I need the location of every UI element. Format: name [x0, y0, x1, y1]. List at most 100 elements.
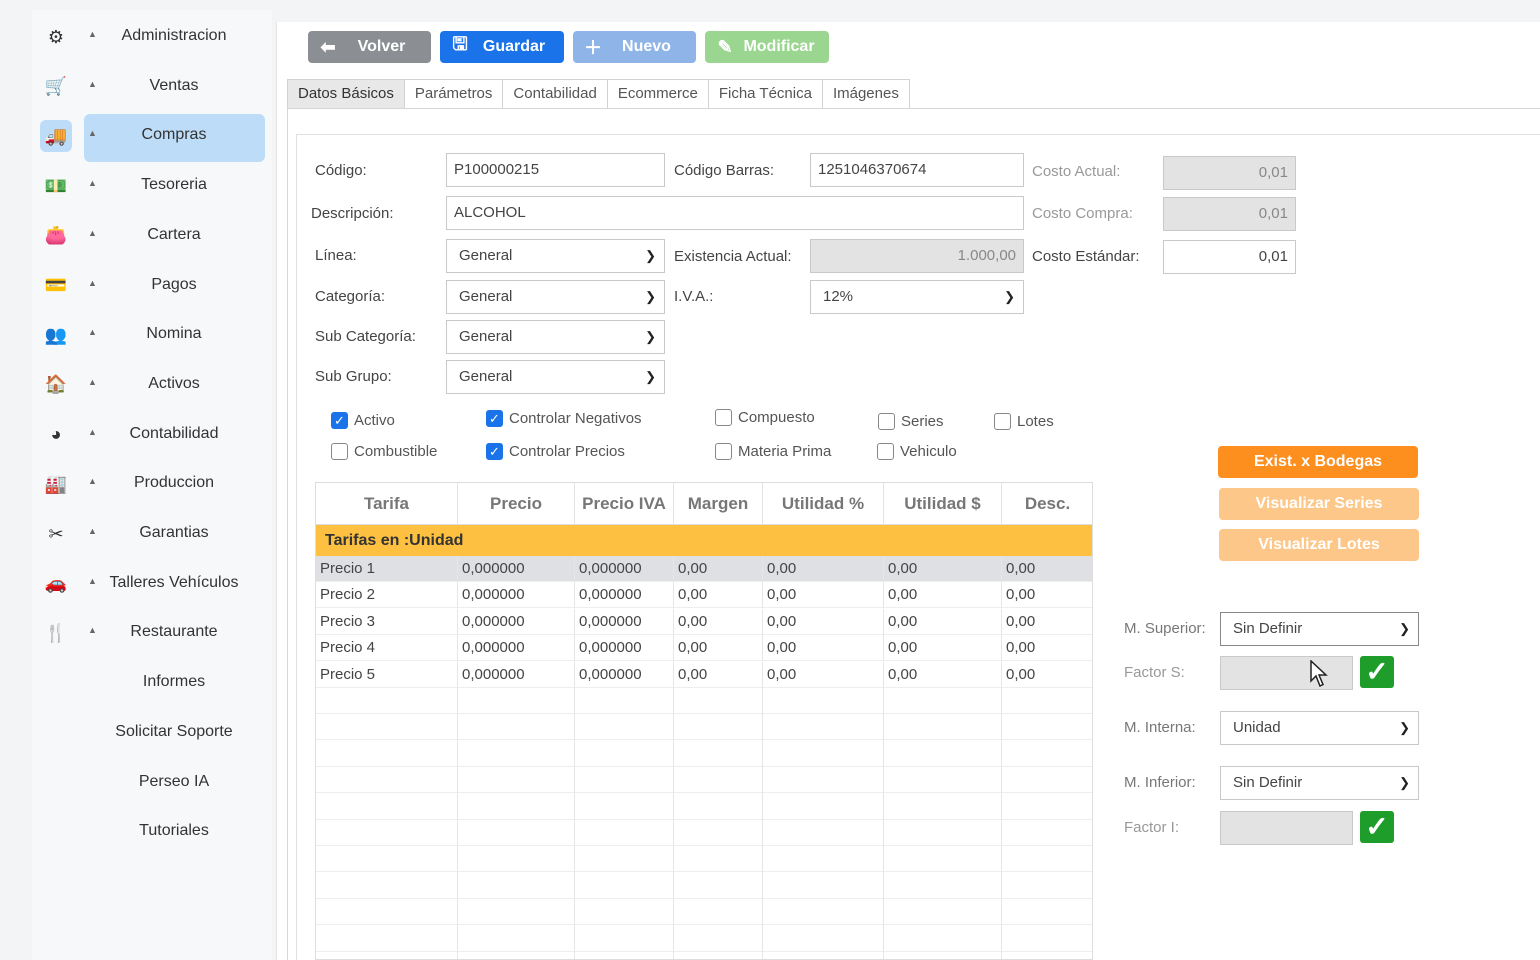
- factor-s-field[interactable]: [1220, 656, 1353, 690]
- checkbox-box[interactable]: ✓: [486, 443, 503, 460]
- table-cell: Precio 1: [316, 556, 458, 582]
- sidebar-item-produccion[interactable]: 🏭 ▲ Produccion: [32, 460, 272, 508]
- empty-row: [316, 926, 1092, 952]
- table-cell: Precio 3: [316, 608, 458, 635]
- descripcion-label: Descripción:: [311, 205, 394, 222]
- codigo-barras-label: Código Barras:: [674, 162, 775, 179]
- lotes-checkbox[interactable]: Lotes: [994, 413, 1054, 430]
- sidebar-item-label: Nomina: [146, 325, 202, 343]
- checkbox-box[interactable]: [715, 443, 732, 460]
- visualizar-lotes-button[interactable]: Visualizar Lotes: [1219, 529, 1419, 561]
- checkbox-box[interactable]: [878, 413, 895, 430]
- sidebar-item-activos[interactable]: 🏠 ▲ Activos: [32, 361, 272, 409]
- codigo-field[interactable]: P100000215: [446, 153, 665, 187]
- table-cell: 0,00: [763, 608, 884, 635]
- sidebar-item-administracion[interactable]: ⚙ ▲ Administracion: [32, 13, 272, 61]
- table-cell: 0,00: [1002, 556, 1092, 582]
- sidebar-item-talleres-vehículos[interactable]: 🚗 ▲ Talleres Vehículos: [32, 560, 272, 608]
- table-cell: 0,000000: [575, 661, 674, 688]
- checkmark-icon[interactable]: ✓: [1360, 811, 1394, 843]
- chevron-down-icon: ❯: [645, 369, 656, 384]
- inferior-select[interactable]: Sin Definir ❯: [1220, 766, 1419, 800]
- table-row[interactable]: Precio 3 0,000000 0,000000 0,00 0,00 0,00 0,00: [316, 608, 1092, 635]
- table-row[interactable]: Precio 4 0,000000 0,000000 0,00 0,00 0,00 0,00: [316, 635, 1092, 662]
- superior-label: M. Superior:: [1124, 620, 1206, 637]
- column-header[interactable]: Margen: [674, 483, 763, 525]
- sidebar-item-tesoreria[interactable]: 💵 ▲ Tesoreria: [32, 162, 272, 210]
- checkbox-box[interactable]: [994, 413, 1011, 430]
- sidebar-item-label: Pagos: [151, 275, 197, 293]
- checkbox-box[interactable]: ✓: [486, 410, 503, 427]
- costo-estandar-field[interactable]: 0,01: [1163, 240, 1296, 274]
- exist-bodegas-button[interactable]: Exist. x Bodegas: [1218, 446, 1418, 478]
- subgrupo-select[interactable]: General ❯: [446, 360, 665, 394]
- superior-select[interactable]: Sin Definir ❯: [1220, 612, 1419, 646]
- checkbox-box[interactable]: [715, 409, 732, 426]
- caret-up-icon: ▲: [88, 178, 97, 189]
- sidebar-item-perseo-ia[interactable]: Perseo IA: [32, 759, 272, 807]
- sidebar-item-contabilidad[interactable]: ◕ ▲ Contabilidad: [32, 411, 272, 459]
- factor-i-label: Factor I:: [1124, 819, 1180, 836]
- sidebar-item-compras[interactable]: 🚚 ▲ Compras: [32, 112, 272, 163]
- factor-i-field[interactable]: [1220, 811, 1353, 845]
- sidebar-item-nomina[interactable]: 👥 ▲ Nomina: [32, 311, 272, 359]
- column-header[interactable]: Desc.: [1002, 483, 1092, 525]
- sidebar-item-informes[interactable]: Informes: [32, 659, 272, 707]
- visualizar-series-button[interactable]: Visualizar Series: [1219, 488, 1419, 520]
- codigo-barras-field[interactable]: 1251046370674: [810, 153, 1024, 187]
- activo-checkbox[interactable]: ✓ Activo: [331, 412, 395, 429]
- table-row[interactable]: Precio 2 0,000000 0,000000 0,00 0,00 0,00 0,00: [316, 582, 1092, 609]
- sidebar-item-tutoriales[interactable]: Tutoriales: [32, 808, 272, 856]
- empty-row: [316, 899, 1092, 926]
- series-checkbox[interactable]: Series: [878, 413, 944, 430]
- sidebar-item-garantias[interactable]: ✂ ▲ Garantias: [32, 510, 272, 558]
- sidebar-item-cartera[interactable]: 👛 ▲ Cartera: [32, 212, 272, 260]
- table-row[interactable]: Precio 1 0,000000 0,000000 0,00 0,00 0,00 0,00: [316, 556, 1092, 582]
- sidebar-item-label: Tutoriales: [139, 822, 209, 840]
- checkbox-box[interactable]: [877, 443, 894, 460]
- interna-select[interactable]: Unidad ❯: [1220, 711, 1419, 745]
- caret-up-icon: ▲: [88, 227, 97, 238]
- table-row[interactable]: Precio 5 0,000000 0,000000 0,00 0,00 0,00 0,00: [316, 661, 1092, 688]
- checkbox-box[interactable]: [331, 443, 348, 460]
- subcategoria-select[interactable]: General ❯: [446, 320, 665, 354]
- sidebar-item-pagos[interactable]: 💳 ▲ Pagos: [32, 262, 272, 310]
- column-divider: [673, 686, 674, 959]
- linea-select[interactable]: General ❯: [446, 239, 665, 273]
- sidebar-item-solicitar-soporte[interactable]: Solicitar Soporte: [32, 709, 272, 757]
- caret-up-icon: ▲: [88, 526, 97, 536]
- column-header[interactable]: Precio IVA: [575, 483, 674, 525]
- empty-row: [316, 767, 1092, 794]
- iva-select[interactable]: 12% ❯: [810, 280, 1024, 314]
- controlar-precios-checkbox[interactable]: ✓ Controlar Precios: [486, 443, 625, 460]
- table-cell: 0,00: [763, 582, 884, 609]
- table-cell: 0,00: [763, 661, 884, 688]
- chevron-down-icon: ❯: [1399, 621, 1410, 636]
- column-header[interactable]: Utilidad %: [763, 483, 884, 525]
- column-divider: [883, 686, 884, 959]
- categoria-select[interactable]: General ❯: [446, 280, 665, 314]
- table-cell: 0,00: [763, 635, 884, 662]
- vehiculo-checkbox[interactable]: Vehiculo: [877, 443, 957, 460]
- table-cell: 0,00: [674, 582, 763, 609]
- combustible-checkbox[interactable]: Combustible: [331, 443, 437, 460]
- descripcion-field[interactable]: ALCOHOL: [446, 196, 1024, 230]
- column-header[interactable]: Tarifa: [316, 483, 458, 525]
- controlar-negativos-checkbox[interactable]: ✓ Controlar Negativos: [486, 410, 642, 427]
- compuesto-checkbox[interactable]: Compuesto: [715, 409, 815, 426]
- sidebar-item-restaurante[interactable]: 🍴 ▲ Restaurante: [32, 609, 272, 657]
- column-header[interactable]: Precio: [458, 483, 575, 525]
- factory-icon: 🏭: [44, 473, 68, 494]
- sidebar-item-ventas[interactable]: 🛒 ▲ Ventas: [32, 63, 272, 111]
- checkmark-icon[interactable]: ✓: [1360, 656, 1394, 688]
- sidebar-item-label: Compras: [141, 126, 207, 144]
- table-cell: 0,00: [884, 608, 1002, 635]
- checkbox-box[interactable]: ✓: [331, 412, 348, 429]
- column-divider: [457, 686, 458, 959]
- empty-row: [316, 873, 1092, 899]
- table-cell: 0,000000: [575, 635, 674, 662]
- table-cell: 0,00: [1002, 582, 1092, 608]
- materia-prima-checkbox[interactable]: Materia Prima: [715, 443, 831, 460]
- column-header[interactable]: Utilidad $: [884, 483, 1002, 525]
- costo-actual-label: Costo Actual:: [1032, 163, 1121, 180]
